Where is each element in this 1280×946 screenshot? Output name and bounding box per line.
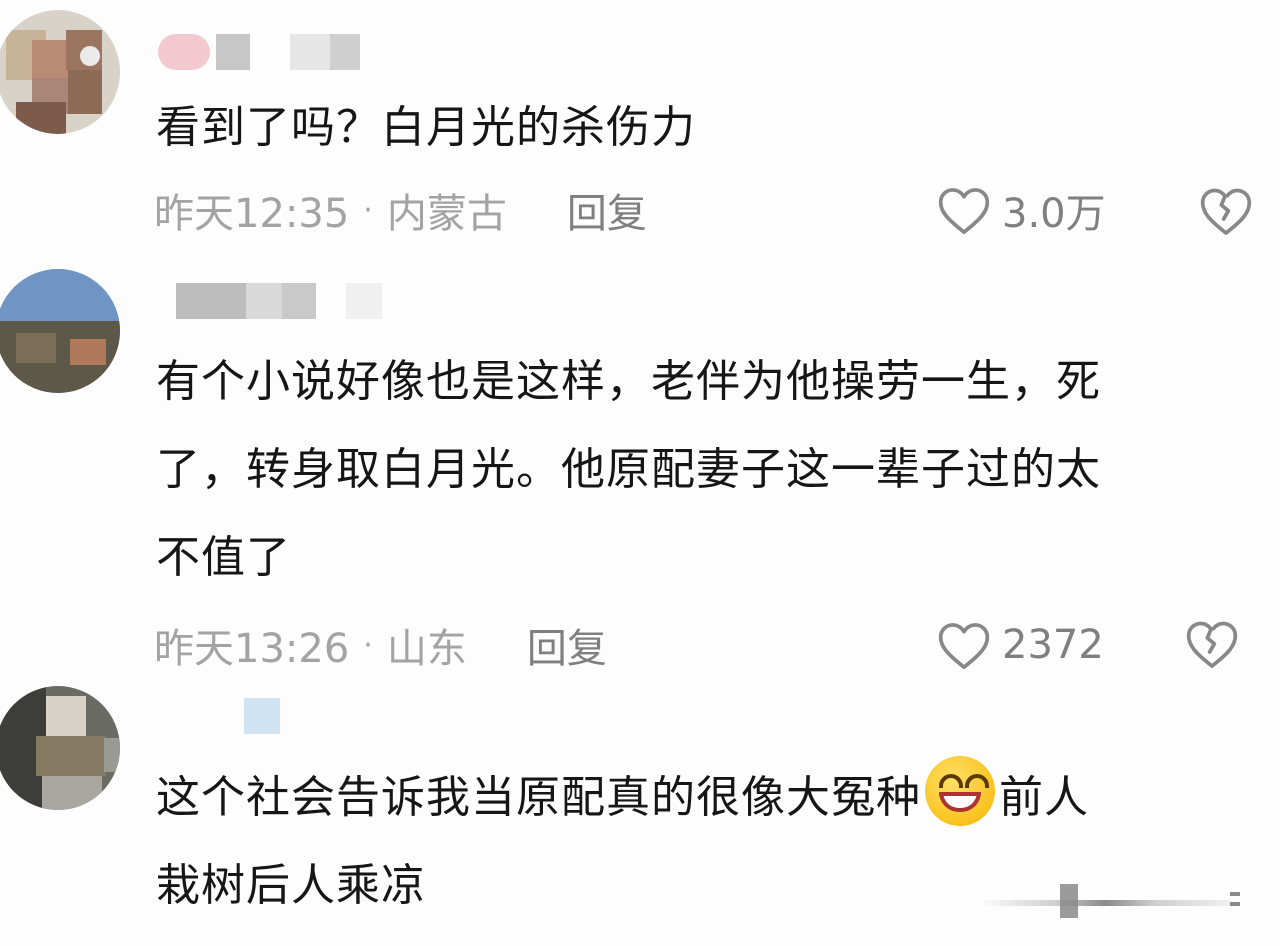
like-button[interactable]: 3.0万 [936, 180, 1106, 240]
broken-heart-icon[interactable] [1184, 617, 1240, 673]
like-button[interactable]: 2372 [936, 615, 1104, 675]
avatar[interactable] [0, 269, 120, 393]
comment-text-line: 了，转身取白月光。他原配妻子这一辈子过的太 [156, 444, 1101, 495]
like-count: 3.0万 [1002, 191, 1106, 237]
comment-2: 有个小说好像也是这样，老伴为他操劳一生，死 了，转身取白月光。他原配妻子这一辈子… [0, 265, 1280, 685]
watermark-logo [980, 884, 1240, 918]
comment-text-part: 这个社会告诉我当原配真的很像大冤种 [156, 772, 921, 823]
comment-1: 看到了吗？白月光的杀伤力 昨天12:35 · 内蒙古 回复 3.0万 [0, 0, 1280, 250]
username-obscured[interactable] [244, 698, 280, 734]
username-obscured[interactable] [176, 283, 382, 319]
comment-text-line: 不值了 [156, 532, 291, 583]
like-count: 2372 [1002, 622, 1104, 668]
heart-icon [938, 623, 990, 670]
reply-button[interactable]: 回复 [527, 616, 607, 674]
grinning-face-emoji-icon [925, 756, 995, 826]
comment-text: 有个小说好像也是这样，老伴为他操劳一生，死 了，转身取白月光。他原配妻子这一辈子… [156, 338, 1244, 602]
comment-time: 昨天13:26 [154, 626, 350, 672]
meta-separator: · [363, 192, 373, 228]
comment-text: 看到了吗？白月光的杀伤力 [156, 102, 696, 153]
avatar[interactable] [0, 686, 120, 810]
heart-icon [938, 188, 990, 235]
username-obscured[interactable] [158, 34, 360, 70]
comment-location: 内蒙古 [386, 191, 507, 237]
reply-button[interactable]: 回复 [567, 181, 647, 239]
meta-separator: · [363, 627, 373, 663]
comment-meta: 昨天12:35 · 内蒙古 回复 [154, 180, 647, 240]
comment-meta: 昨天13:26 · 山东 回复 [154, 615, 607, 675]
broken-heart-icon[interactable] [1198, 184, 1254, 240]
comment-text-part: 前人 [999, 772, 1089, 823]
username-sticker-icon [158, 34, 210, 70]
comment-text-line: 有个小说好像也是这样，老伴为他操劳一生，死 [156, 356, 1101, 407]
comment-text-line: 这个社会告诉我当原配真的很像大冤种 前人 [156, 754, 1244, 842]
avatar[interactable] [0, 10, 120, 134]
comment-time: 昨天12:35 [154, 191, 350, 237]
comment-location: 山东 [386, 626, 467, 672]
